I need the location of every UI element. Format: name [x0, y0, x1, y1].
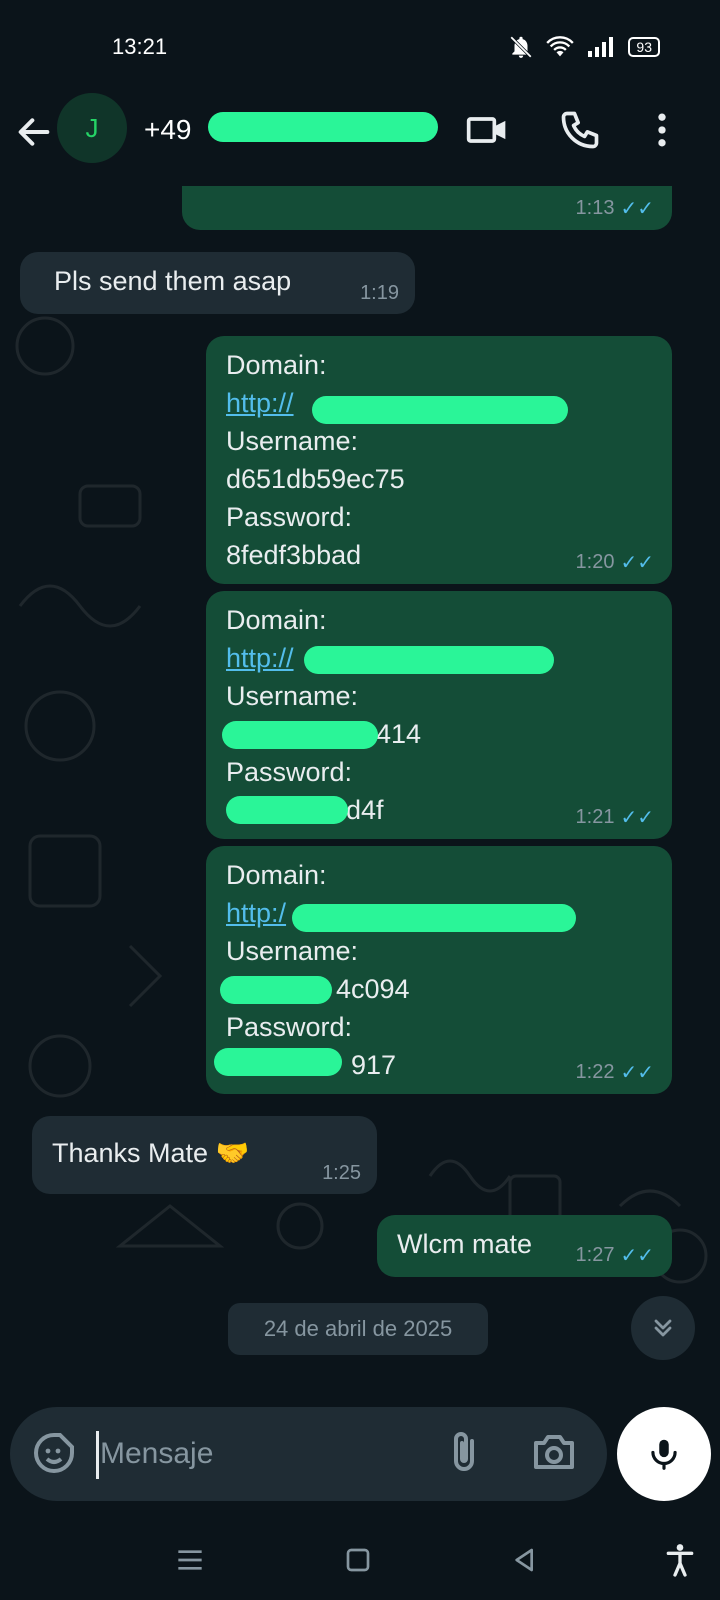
message-bubble-incoming[interactable]: Thanks Mate 🤝 1:25	[32, 1116, 377, 1194]
username-label: Username:	[226, 426, 359, 456]
phone-icon[interactable]	[558, 108, 602, 152]
avatar[interactable]: J	[57, 93, 127, 163]
message-meta: 1:13 ✓✓	[576, 196, 654, 221]
message-bubble-outgoing[interactable]: Wlcm mate 1:27 ✓✓	[377, 1215, 672, 1277]
avatar-initial: J	[85, 112, 99, 143]
camera-icon[interactable]	[530, 1429, 578, 1477]
message-text: Wlcm mate	[397, 1229, 532, 1259]
message-bubble-incoming[interactable]: Pls send them asap 1:19	[20, 252, 415, 314]
redaction-mark	[226, 796, 348, 824]
message-meta: 1:22 ✓✓	[576, 1060, 654, 1085]
message-time: 1:27	[575, 1244, 615, 1266]
mute-icon	[510, 36, 533, 58]
date-chip: 24 de abril de 2025	[228, 1303, 488, 1355]
message-input[interactable]	[98, 1429, 432, 1479]
password-label: Password:	[226, 502, 353, 532]
message-text: Pls send them asap	[54, 266, 292, 296]
message-text: Thanks Mate 🤝	[52, 1138, 250, 1168]
message-time: 1:19	[360, 282, 399, 304]
contact-visible-prefix: +49	[144, 114, 192, 145]
scroll-to-bottom-button[interactable]	[631, 1296, 695, 1360]
read-ticks-icon: ✓✓	[620, 198, 654, 220]
message-time: 1:22	[575, 1061, 615, 1083]
battery-indicator: 93	[628, 37, 660, 57]
username-label: Username:	[226, 681, 359, 711]
status-icons: 93	[508, 34, 660, 60]
status-bar: 13:21 93	[0, 0, 720, 90]
redaction-mark	[208, 112, 438, 142]
home-nav-icon[interactable]	[338, 1540, 378, 1580]
message-meta: 1:25	[322, 1162, 361, 1185]
message-meta: 1:19	[360, 282, 399, 305]
chat-area[interactable]: 1:13 ✓✓ Pls send them asap 1:19 Domain: h…	[0, 186, 720, 1381]
domain-label: Domain:	[226, 860, 327, 890]
contact-name[interactable]: +49	[144, 114, 192, 146]
back-arrow-icon[interactable]	[14, 112, 54, 152]
read-ticks-icon: ✓✓	[620, 1062, 654, 1084]
attach-icon[interactable]	[440, 1429, 488, 1477]
username-label: Username:	[226, 936, 359, 966]
username-visible-tail: 4c094	[336, 974, 410, 1004]
message-time: 1:21	[575, 806, 615, 828]
mic-button[interactable]	[617, 1407, 711, 1501]
redaction-mark	[304, 646, 554, 674]
message-time: 1:25	[322, 1162, 361, 1184]
redaction-mark	[292, 904, 576, 932]
read-ticks-icon: ✓✓	[620, 807, 654, 829]
redaction-mark	[220, 976, 332, 1004]
more-options-icon[interactable]	[640, 108, 684, 152]
accessibility-icon[interactable]	[660, 1540, 700, 1580]
menu-nav-icon[interactable]	[170, 1540, 210, 1580]
redaction-mark	[214, 1048, 342, 1076]
redaction-mark	[312, 396, 568, 424]
domain-link-prefix: http://	[226, 643, 294, 673]
redaction-mark	[222, 721, 378, 749]
message-meta: 1:27 ✓✓	[576, 1243, 654, 1268]
sticker-icon[interactable]	[30, 1429, 78, 1477]
domain-label: Domain:	[226, 350, 327, 380]
double-chevron-down-icon	[654, 1319, 672, 1337]
domain-link-prefix: http:/	[226, 898, 287, 928]
message-meta: 1:21 ✓✓	[576, 805, 654, 830]
wifi-icon	[546, 36, 575, 57]
back-nav-icon[interactable]	[505, 1540, 545, 1580]
video-call-icon[interactable]	[465, 108, 509, 152]
message-bubble-outgoing[interactable]: 1:13 ✓✓	[182, 186, 672, 230]
message-meta: 1:20 ✓✓	[576, 550, 654, 575]
message-bubble-outgoing[interactable]: Domain: http:// Username: d651db59ec75 P…	[206, 336, 672, 584]
message-body: Domain: http:// Username: d651db59ec75 P…	[226, 346, 405, 574]
read-ticks-icon: ✓✓	[620, 552, 654, 574]
system-nav-bar	[0, 1520, 720, 1600]
password-label: Password:	[226, 1012, 353, 1042]
message-composer	[10, 1407, 607, 1501]
signal-icon	[588, 37, 614, 57]
password-value: 8fedf3bbad	[226, 540, 362, 570]
message-time: 1:13	[575, 197, 615, 219]
password-label: Password:	[226, 757, 353, 787]
message-time: 1:20	[575, 551, 615, 573]
username-value: d651db59ec75	[226, 464, 405, 494]
status-time: 13:21	[112, 34, 168, 59]
password-visible-tail: 917	[351, 1050, 397, 1080]
password-visible-tail: d4f	[346, 795, 384, 825]
read-ticks-icon: ✓✓	[620, 1245, 654, 1267]
message-body: Domain: http:// Username: 414 Password: …	[226, 601, 549, 829]
mic-icon	[651, 1439, 677, 1470]
username-visible-tail: 414	[376, 719, 422, 749]
domain-label: Domain:	[226, 605, 327, 635]
